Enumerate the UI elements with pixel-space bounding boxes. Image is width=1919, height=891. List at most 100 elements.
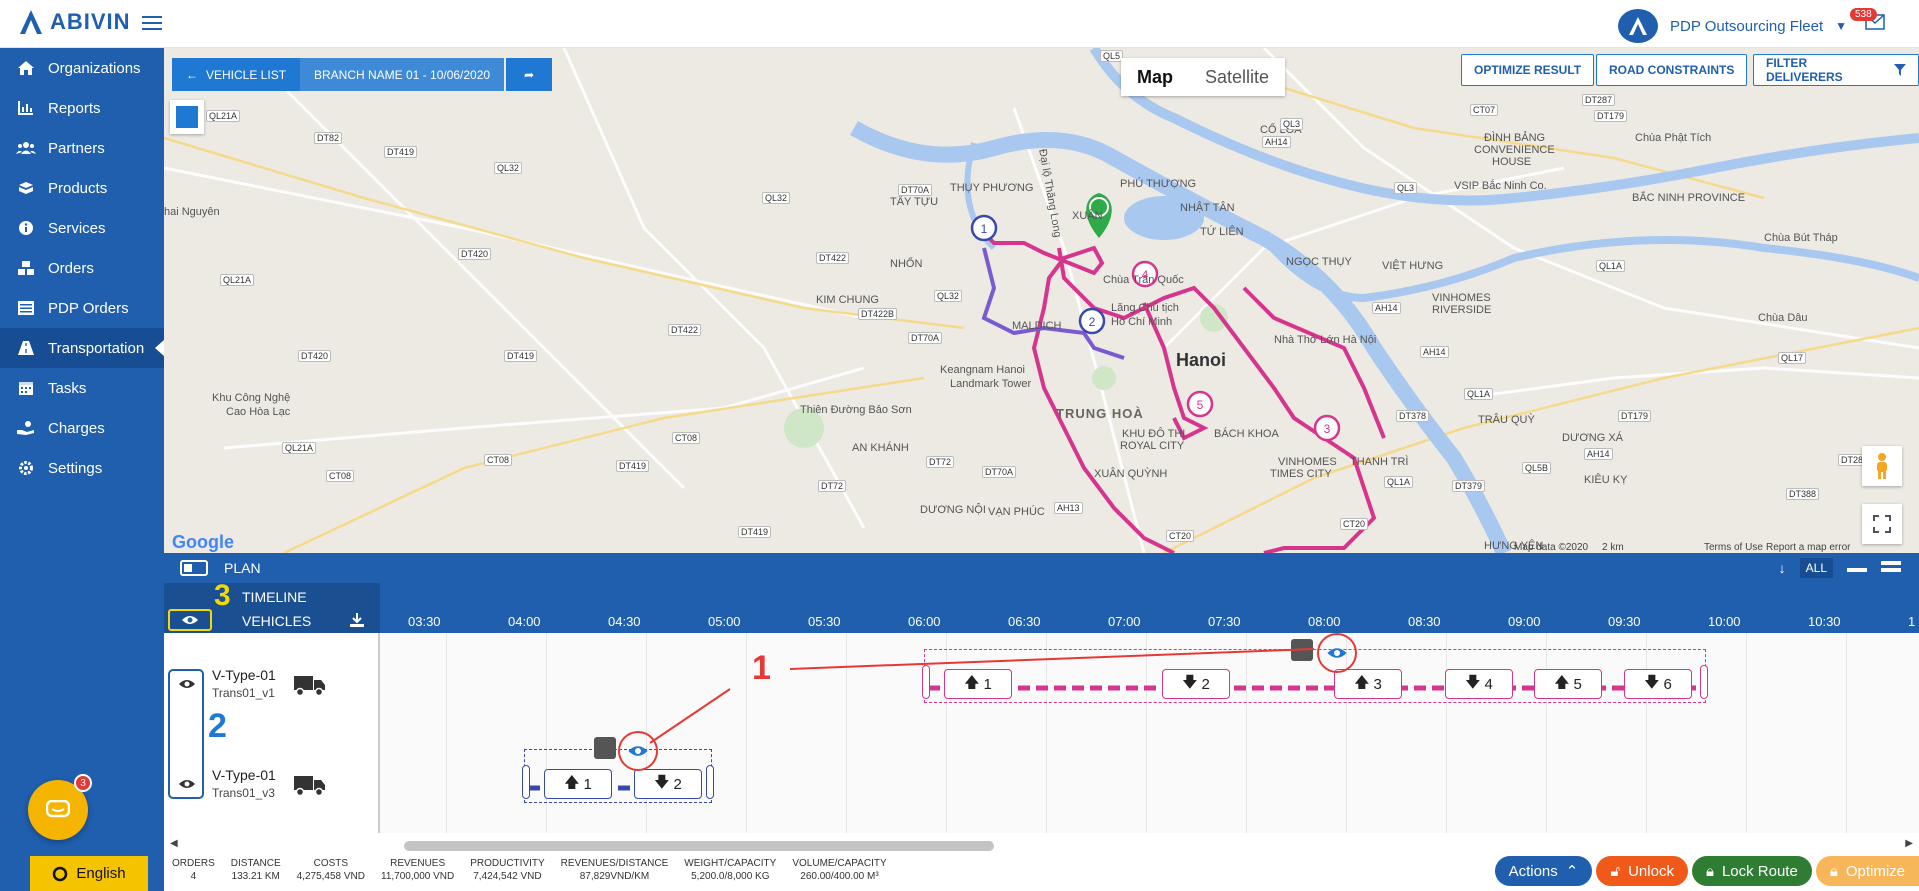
arrow-left-icon: ←	[186, 67, 198, 82]
sidebar-item-label: Products	[48, 179, 108, 197]
road-badge: DT419	[616, 460, 650, 472]
plan-toggle[interactable]	[180, 560, 208, 576]
timeline-label: TIMELINE	[242, 589, 307, 605]
stat-label: DISTANCE	[230, 858, 281, 869]
sidebar-item-label: Reports	[48, 99, 101, 117]
menu-toggle-icon[interactable]	[142, 12, 162, 34]
optimize-result-button[interactable]: OPTIMIZE RESULT	[1461, 54, 1595, 86]
sidebar-item-transportation[interactable]: Transportation	[0, 328, 164, 368]
info-icon	[14, 220, 38, 236]
actions-button[interactable]: Actions ⌃	[1494, 856, 1593, 886]
share-button[interactable]: ➦	[506, 58, 552, 91]
map-data-attribution: Map data ©2020	[1514, 542, 1589, 553]
sidebar-item-settings[interactable]: Settings	[0, 448, 164, 488]
sidebar: Organizations Reports Partners Products …	[0, 48, 164, 891]
filter-all-button[interactable]: ALL	[1799, 558, 1833, 578]
unlock-label: Unlock	[1628, 862, 1674, 880]
sidebar-item-products[interactable]: Products	[0, 168, 164, 208]
report-error-link[interactable]: Report a map error	[1766, 542, 1850, 553]
route-pin-3[interactable]: 3	[1313, 414, 1341, 442]
road-badge: QL1A	[1596, 260, 1626, 272]
stat-value: 133.21 KM	[231, 871, 280, 882]
sidebar-item-tasks[interactable]: Tasks	[0, 368, 164, 408]
lock-route-button[interactable]: 🔒︎ Lock Route	[1691, 856, 1812, 886]
stat-value: 7,424,542 VND	[473, 871, 542, 882]
scroll-left-icon[interactable]: ◀	[170, 838, 178, 849]
branch-selector[interactable]: BRANCH NAME 01 - 10/06/2020	[300, 58, 505, 91]
stat-costs: COSTS 4,275,458 VND	[289, 853, 373, 891]
road-badge: AH14	[1262, 136, 1291, 148]
map-label: AN KHÁNH	[852, 442, 909, 454]
sidebar-item-charges[interactable]: Charges	[0, 408, 164, 448]
time-tick: 05:30	[808, 614, 841, 629]
road-badge: QL3	[1280, 118, 1304, 130]
brand-logo[interactable]: ABIVIN	[18, 8, 131, 36]
filter-icon	[1894, 64, 1906, 76]
sidebar-item-orders[interactable]: Orders	[0, 248, 164, 288]
top-bar: ABIVIN PDP Outsourcing Fleet ▼ 538	[0, 0, 1919, 48]
sort-down-icon[interactable]: ↓	[1779, 560, 1786, 576]
stat-volume-capacity: VOLUME/CAPACITY 260.00/400.00 M³	[784, 853, 894, 891]
road-badge: DT179	[1594, 110, 1628, 122]
time-tick: 05:00	[708, 614, 741, 629]
terms-link[interactable]: Terms of Use	[1704, 542, 1763, 553]
optimize-label: Optimize	[1845, 862, 1905, 880]
vehicle-list-button[interactable]: ← VEHICLE LIST	[172, 58, 301, 91]
map-label: NGỌC THỤY	[1286, 256, 1352, 268]
time-tick: 09:30	[1608, 614, 1641, 629]
chart-icon	[14, 101, 38, 115]
language-button[interactable]: English	[30, 856, 148, 891]
sidebar-item-organizations[interactable]: Organizations	[0, 48, 164, 88]
fleet-name: PDP Outsourcing Fleet	[1670, 17, 1824, 35]
map-city-label: Hanoi	[1176, 350, 1227, 370]
svg-text:1: 1	[981, 222, 988, 236]
timeline-ticks: 03:30 04:00 04:30 05:00 05:30 06:00 06:3…	[382, 608, 1919, 633]
route-pin-5[interactable]: 5	[1186, 390, 1214, 418]
map-label: TỨ LIÊN	[1200, 226, 1244, 238]
map-label: THỤY PHƯƠNG	[950, 182, 1034, 194]
download-icon[interactable]	[350, 613, 364, 627]
toggle-all-visibility-button[interactable]	[168, 609, 212, 631]
unlock-button[interactable]: 🔓︎ Unlock	[1596, 856, 1688, 886]
stat-label: WEIGHT/CAPACITY	[684, 858, 777, 869]
road-constraints-button[interactable]: ROAD CONSTRAINTS	[1596, 54, 1748, 86]
lock-icon: 🔒︎	[1829, 862, 1838, 880]
collapse-icon[interactable]	[1847, 560, 1867, 576]
filter-deliverers-button[interactable]: FILTER DELIVERERS	[1753, 54, 1919, 86]
sidebar-item-services[interactable]: Services	[0, 208, 164, 248]
sidebar-item-label: Partners	[48, 139, 105, 157]
timeline-scrollbar[interactable]: ◀ ▶	[164, 838, 1919, 852]
map-scale: 2 km	[1602, 542, 1624, 553]
time-tick: 04:30	[608, 614, 641, 629]
fullscreen-icon[interactable]	[1862, 504, 1902, 544]
google-wordmark: Google	[172, 532, 234, 552]
unlock-icon: 🔓︎	[1610, 862, 1621, 880]
annotation-one: 1	[752, 649, 771, 687]
scrollbar-thumb[interactable]	[404, 841, 994, 851]
fleet-selector[interactable]: PDP Outsourcing Fleet ▼	[1618, 9, 1847, 43]
optimize-button[interactable]: 🔒︎ Optimize	[1815, 856, 1919, 886]
annotation-arrows	[649, 648, 1315, 744]
road-badge: DT379	[1452, 480, 1486, 492]
map-type-satellite[interactable]: Satellite	[1189, 58, 1285, 96]
vehicle-list-label: VEHICLE LIST	[206, 67, 287, 82]
layer-toggle-button[interactable]	[170, 100, 204, 134]
sidebar-item-reports[interactable]: Reports	[0, 88, 164, 128]
map-label: Chùa Dâu	[1758, 312, 1808, 324]
route-pin-2[interactable]: 2	[1078, 307, 1106, 335]
plan-controls: ↓ ALL	[1779, 553, 1919, 583]
route-map[interactable]: 1 2 4 5 3 hai Nguyên Khu Công Nghệ Cao H…	[164, 48, 1919, 553]
scroll-right-icon[interactable]: ▶	[1905, 838, 1913, 849]
plan-stats: ORDERS 4 DISTANCE 133.21 KM COSTS 4,275,458…	[164, 853, 895, 891]
road-badge: QL21A	[282, 442, 317, 454]
map-type-map[interactable]: Map	[1121, 58, 1189, 96]
sidebar-item-pdp-orders[interactable]: PDP Orders	[0, 288, 164, 328]
expand-icon[interactable]	[1881, 560, 1901, 577]
annotation-three: 3	[214, 579, 231, 612]
street-view-icon[interactable]	[1862, 446, 1902, 486]
stat-value: 4,275,458 VND	[296, 871, 366, 882]
sidebar-item-partners[interactable]: Partners	[0, 128, 164, 168]
map-label: Chùa Phật Tích	[1635, 132, 1712, 144]
route-pin-1[interactable]: 1	[970, 214, 998, 242]
users-icon	[14, 141, 38, 155]
